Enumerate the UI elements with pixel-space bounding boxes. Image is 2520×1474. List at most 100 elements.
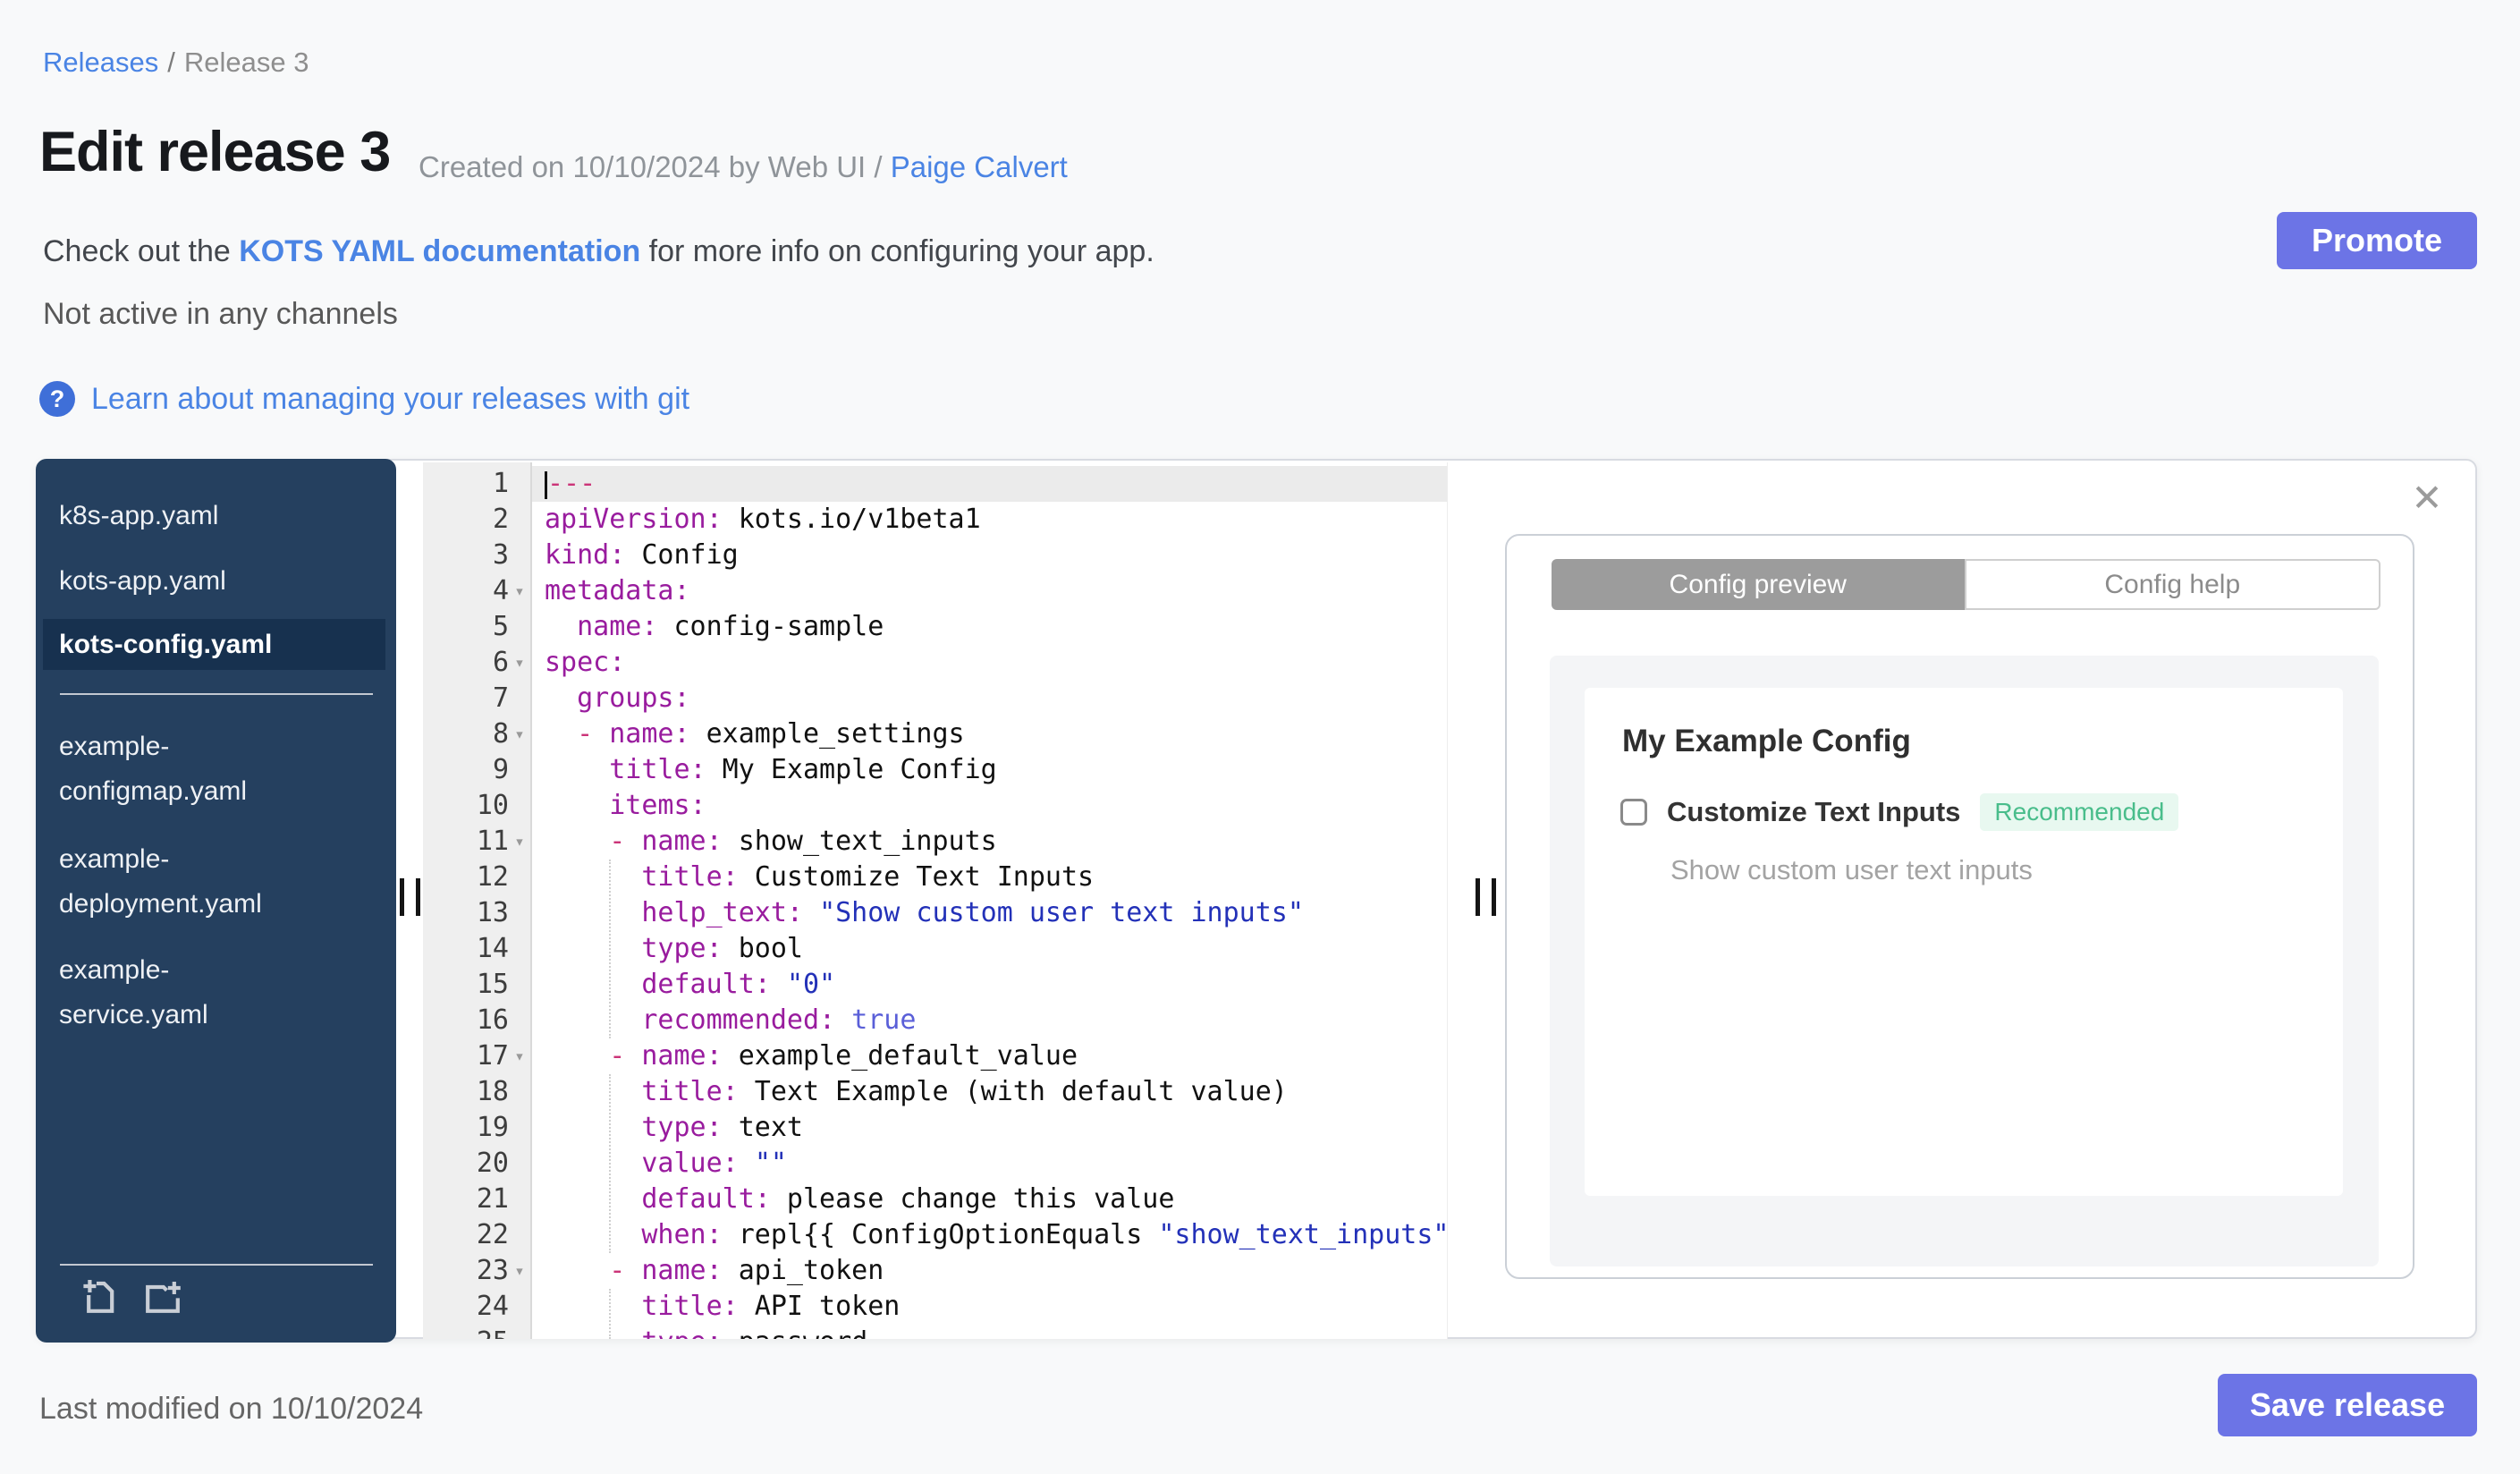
code-text: - name: show_text_inputs (609, 826, 997, 857)
editor-line[interactable]: 17 ▾ - name: example_default_value (423, 1038, 1447, 1074)
sidebar-file[interactable]: k8s-app.yaml (59, 494, 318, 538)
editor-line[interactable]: 18 title: Text Example (with default val… (423, 1074, 1447, 1110)
editor-line[interactable]: 10 items: (423, 788, 1447, 824)
editor-line[interactable]: 21 default: please change this value (423, 1182, 1447, 1217)
sidebar-file[interactable]: example-service.yaml (59, 948, 318, 1038)
editor-line[interactable]: 9 title: My Example Config (423, 752, 1447, 788)
promote-button[interactable]: Promote (2277, 212, 2477, 269)
code-text: default: "0" (641, 969, 836, 1000)
fold-arrow-icon[interactable]: ▾ (509, 716, 530, 752)
editor-line[interactable]: 3 kind: Config (423, 538, 1447, 573)
resize-bar (1492, 878, 1496, 916)
sidebar-resize-handle[interactable] (400, 878, 420, 916)
editor-line[interactable]: 11 ▾ - name: show_text_inputs (423, 824, 1447, 860)
code-text: - name: api_token (609, 1255, 884, 1286)
indent-guide (609, 1289, 611, 1339)
fold-arrow-icon[interactable]: ▾ (509, 824, 530, 860)
sidebar-divider-bottom (60, 1264, 373, 1266)
git-learn-row: ? Learn about managing your releases wit… (39, 381, 689, 417)
tab-config-help[interactable]: Config help (1964, 559, 2380, 610)
line-number: 8 ▾ (423, 716, 532, 752)
close-preview-icon[interactable]: ✕ (2406, 477, 2448, 520)
new-folder-icon[interactable] (141, 1275, 184, 1317)
editor-line[interactable]: 6 ▾ spec: (423, 645, 1447, 681)
editor-line[interactable]: 5 name: config-sample (423, 609, 1447, 645)
editor-line[interactable]: 12 title: Customize Text Inputs (423, 860, 1447, 895)
line-number: 2 (492, 504, 509, 535)
created-info: Created on 10/10/2024 by Web UI / Paige … (419, 150, 1068, 184)
line-number: 22 (476, 1219, 509, 1250)
line-number: 21 (476, 1183, 509, 1215)
save-release-button[interactable]: Save release (2218, 1374, 2477, 1436)
line-number: 13 (476, 897, 509, 928)
line-number: 20 (476, 1148, 509, 1179)
doc-text-suffix: for more info on configuring your app. (640, 234, 1154, 268)
line-number: 12 (476, 861, 509, 893)
code-text: title: API token (641, 1291, 901, 1322)
recommended-badge: Recommended (1980, 793, 2179, 831)
sidebar-file[interactable]: kots-config.yaml (43, 619, 385, 670)
editor-line[interactable]: 13 help_text: "Show custom user text inp… (423, 895, 1447, 931)
sidebar-file[interactable]: example-deployment.yaml (59, 837, 318, 927)
fold-arrow-icon[interactable]: ▾ (509, 573, 530, 609)
editor-line[interactable]: 14 type: bool (423, 931, 1447, 967)
customize-text-inputs-checkbox[interactable] (1620, 799, 1647, 826)
tab-config-preview[interactable]: Config preview (1552, 559, 1965, 610)
line-number: 16 (476, 1004, 509, 1036)
line-number: 10 (476, 790, 509, 821)
breadcrumb: Releases / Release 3 (43, 47, 309, 79)
line-number: 6 ▾ (423, 645, 532, 681)
resize-bar (1476, 878, 1480, 916)
editor-line[interactable]: 19 type: text (423, 1110, 1447, 1146)
editor-line[interactable]: 20 value: "" (423, 1146, 1447, 1182)
fold-arrow-icon[interactable]: ▾ (509, 1253, 530, 1289)
breadcrumb-releases-link[interactable]: Releases (43, 47, 158, 78)
editor-line[interactable]: 24 title: API token (423, 1289, 1447, 1325)
editor-line[interactable]: 1 --- (423, 466, 1447, 502)
preview-content-section: My Example Config Customize Text Inputs … (1550, 656, 2379, 1266)
line-number: 7 (492, 682, 509, 714)
config-preview-panel: Config preview Config help My Example Co… (1505, 534, 2414, 1279)
config-option-help-text: Show custom user text inputs (1670, 854, 2033, 885)
editor-line[interactable]: 22 when: repl{{ ConfigOptionEquals "show… (423, 1217, 1447, 1253)
resize-bar (416, 878, 420, 916)
channel-status: Not active in any channels (43, 297, 398, 331)
code-text: title: My Example Config (609, 754, 997, 785)
kots-yaml-doc-link[interactable]: KOTS YAML documentation (239, 234, 640, 268)
editor-line[interactable]: 4 ▾ metadata: (423, 573, 1447, 609)
editor-line[interactable]: 23 ▾ - name: api_token (423, 1253, 1447, 1289)
code-text: type: password (532, 1325, 1447, 1339)
sidebar-file[interactable]: kots-app.yaml (59, 559, 318, 604)
editor-line[interactable]: 15 default: "0" (423, 967, 1447, 1003)
fold-arrow-icon[interactable]: ▾ (509, 1038, 530, 1074)
line-number: 5 (492, 611, 509, 642)
code-text: title: Customize Text Inputs (641, 861, 1095, 893)
code-text: recommended: true (641, 1004, 917, 1036)
doc-info-line: Check out the KOTS YAML documentation fo… (43, 234, 1154, 269)
indent-guide (609, 860, 611, 1038)
editor-line[interactable]: 7 groups: (423, 681, 1447, 716)
config-card: My Example Config Customize Text Inputs … (1585, 688, 2343, 1196)
editor-line[interactable]: 2 apiVersion: kots.io/v1beta1 (423, 502, 1447, 538)
indent-guide (609, 1074, 611, 1253)
new-file-icon[interactable] (79, 1275, 122, 1317)
question-circle-icon[interactable]: ? (39, 381, 75, 417)
release-editor-page: Releases / Release 3 Edit release 3 Create… (0, 0, 2520, 1474)
sidebar-file[interactable]: example-configmap.yaml (59, 724, 318, 814)
line-number: 19 (476, 1112, 509, 1143)
git-learn-link[interactable]: Learn about managing your releases with … (91, 382, 689, 417)
code-text: spec: (545, 647, 626, 678)
editor-line[interactable]: 16 recommended: true (423, 1003, 1447, 1038)
editor-lines: 1 --- 2 apiVersion: kots.io/v1beta1 3 kind: C… (423, 466, 1447, 1339)
editor-line[interactable]: 25 type: password (423, 1325, 1447, 1339)
preview-resize-handle[interactable] (1476, 878, 1496, 916)
line-number: 24 (476, 1291, 509, 1322)
preview-tab-bar: Config preview Config help (1552, 559, 2380, 610)
last-modified-text: Last modified on 10/10/2024 (39, 1392, 424, 1426)
editor-line[interactable]: 8 ▾ - name: example_settings (423, 716, 1447, 752)
author-link[interactable]: Paige Calvert (891, 150, 1068, 183)
fold-arrow-icon[interactable]: ▾ (509, 645, 530, 681)
config-option-label[interactable]: Customize Text Inputs (1667, 796, 1960, 828)
code-text: groups: (577, 682, 690, 714)
yaml-code-editor[interactable]: 1 --- 2 apiVersion: kots.io/v1beta1 3 kind: C… (423, 462, 1448, 1339)
